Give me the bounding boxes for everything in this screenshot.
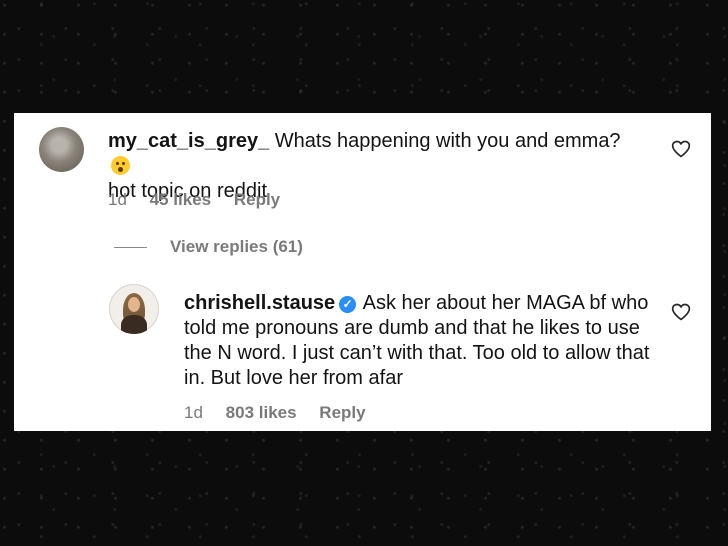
comment-username[interactable]: chrishell.stause bbox=[184, 292, 335, 314]
reply-button[interactable]: Reply bbox=[234, 190, 280, 209]
avatar[interactable] bbox=[39, 127, 84, 172]
comment-text: chrishell.stause ✓ Ask her about her MAGA… bbox=[184, 291, 654, 391]
view-replies-label: View replies (61) bbox=[170, 237, 303, 256]
comment-meta: 1d 45 likes Reply bbox=[108, 190, 298, 210]
verified-check-icon: ✓ bbox=[339, 296, 357, 313]
comment-body: Whats happening with you and emma? bbox=[274, 130, 621, 152]
likes-count[interactable]: 803 likes bbox=[226, 403, 297, 422]
avatar[interactable] bbox=[109, 284, 159, 334]
comment-username[interactable]: my_cat_is_grey_ bbox=[108, 130, 269, 152]
reply-button[interactable]: Reply bbox=[319, 403, 365, 422]
comment-age: 1d bbox=[184, 403, 203, 422]
heart-outline-icon[interactable] bbox=[671, 139, 691, 159]
comments-card: my_cat_is_grey_ Whats happening with you… bbox=[14, 113, 711, 431]
likes-count[interactable]: 45 likes bbox=[150, 190, 211, 209]
astonished-face-emoji-icon bbox=[111, 156, 130, 175]
heart-outline-icon[interactable] bbox=[671, 302, 691, 322]
comment-age: 1d bbox=[108, 190, 127, 209]
view-replies-button[interactable]: View replies (61) bbox=[114, 237, 303, 257]
replies-divider bbox=[114, 246, 147, 248]
comment-meta: 1d 803 likes Reply bbox=[184, 403, 384, 423]
